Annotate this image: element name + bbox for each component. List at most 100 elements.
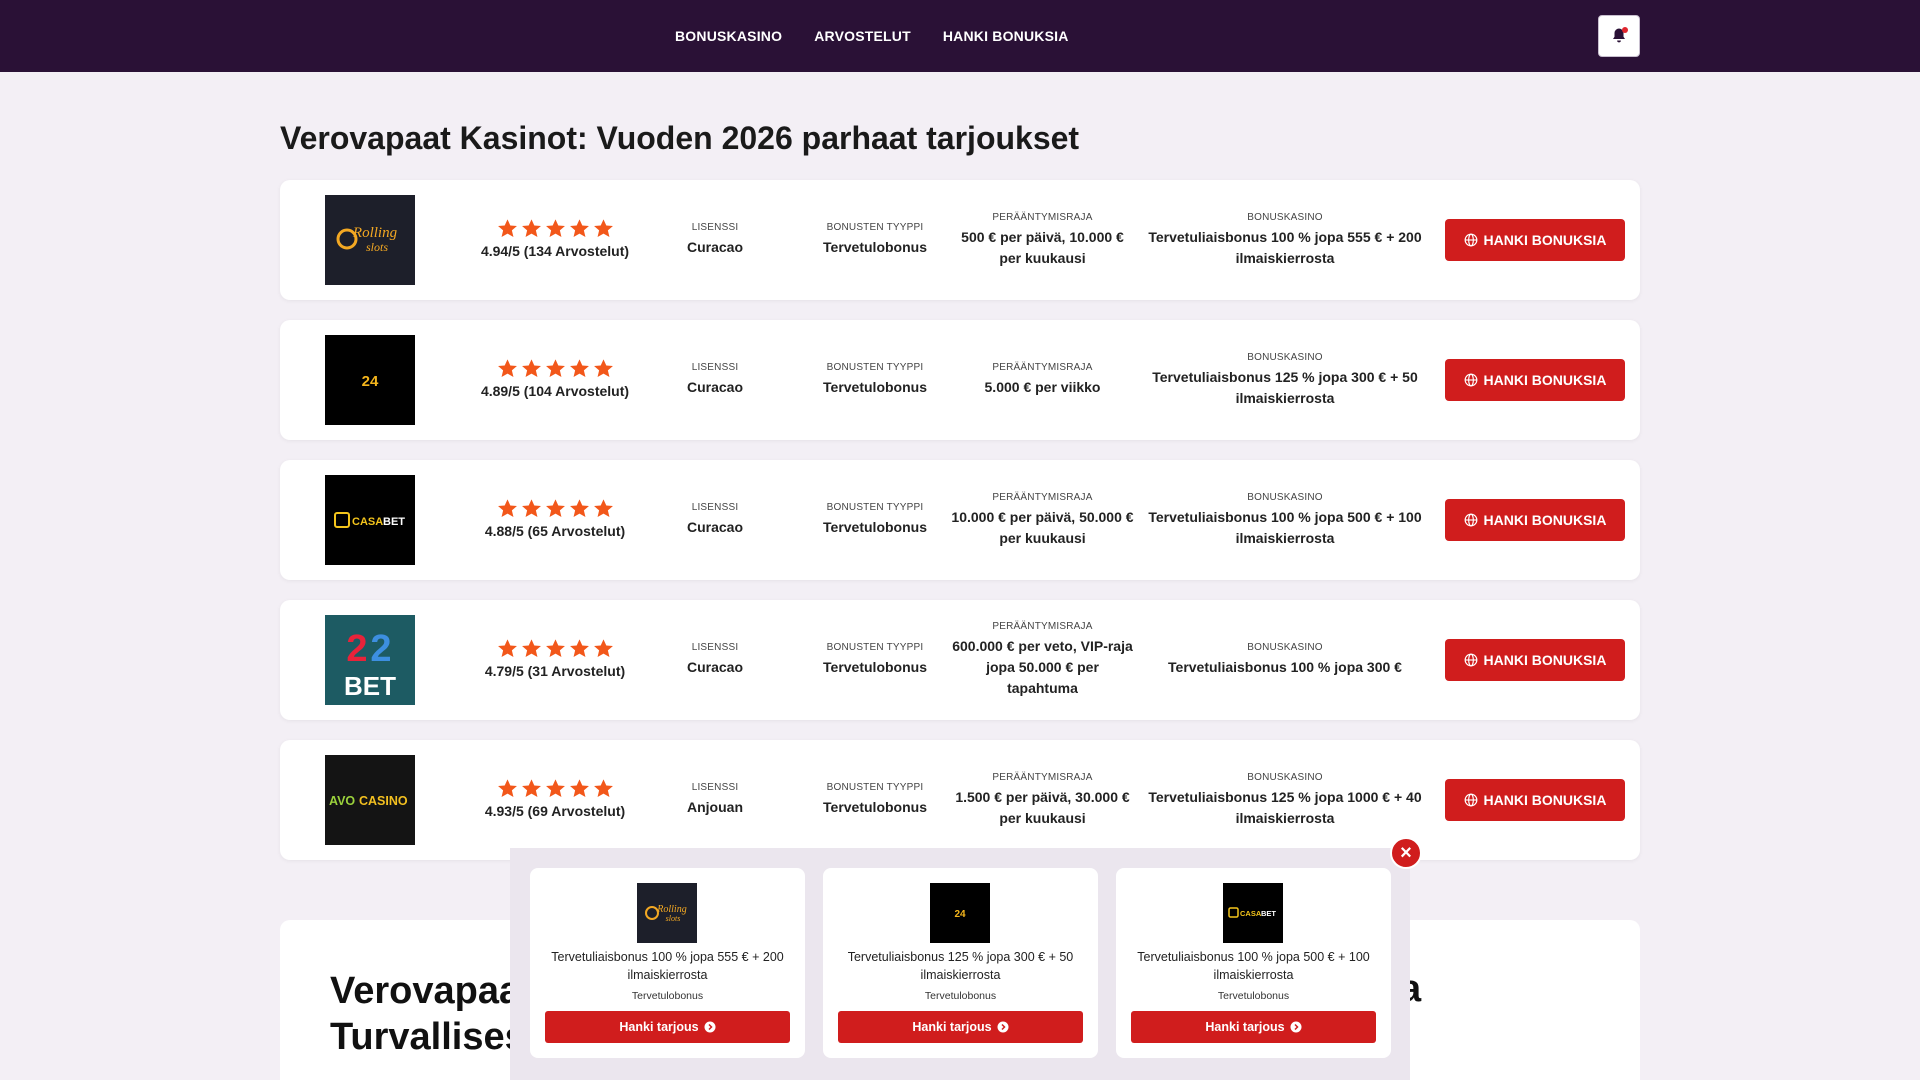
nav-bonuskasino[interactable]: BONUSKASINO bbox=[675, 28, 782, 44]
rolling-slots-logo[interactable]: Rolling slots bbox=[325, 195, 415, 285]
license-label: LISENSSI bbox=[691, 642, 739, 653]
star-icon bbox=[569, 219, 589, 237]
22bet-logo[interactable]: 2 2 BET bbox=[325, 615, 415, 705]
withdrawal-limit-label: PERÄÄNTYMISRAJA bbox=[992, 771, 1093, 783]
article-heading: Verovapaat Turvallises bbox=[330, 968, 533, 1060]
bonus-value: Tervetuliaisbonus 100 % jopa 500 € + 100… bbox=[1148, 508, 1422, 546]
rating-stars bbox=[497, 778, 614, 799]
star-icon bbox=[545, 639, 565, 657]
withdrawal-limit-value: 500 € per päivä, 10.000 € per kuukausi bbox=[961, 228, 1124, 266]
license-column: LISENSSI Anjouan bbox=[645, 740, 785, 860]
rating-column: 4.89/5 (104 Arvostelut) bbox=[460, 320, 650, 440]
get-offer-label: Hanki tarjous bbox=[1205, 1020, 1285, 1034]
bonus-type-value: Tervetulobonus bbox=[823, 379, 927, 395]
withdrawal-limit-column: PERÄÄNTYMISRAJA 5.000 € per viikko bbox=[950, 320, 1135, 440]
star-icon bbox=[497, 639, 517, 657]
nav-hanki-bonuksia[interactable]: HANKI BONUKSIA bbox=[943, 28, 1069, 44]
bonus-column: BONUSKASINO Tervetuliaisbonus 125 % jopa… bbox=[1140, 320, 1430, 440]
license-value: Curacao bbox=[686, 519, 744, 535]
rating-column: 4.88/5 (65 Arvostelut) bbox=[460, 460, 650, 580]
casabet-logo[interactable]: CASA BET bbox=[1223, 883, 1283, 943]
bonus-column: BONUSKASINO Tervetuliaisbonus 125 % jopa… bbox=[1140, 740, 1430, 860]
avocasino-logo[interactable]: AVO CASINO bbox=[325, 755, 415, 845]
bonus-type-column: BONUSTEN TYYPPI Tervetulobonus bbox=[790, 740, 960, 860]
24slots-logo[interactable]: 24 bbox=[325, 335, 415, 425]
bonus-type-value: Tervetulobonus bbox=[823, 799, 927, 815]
star-icon bbox=[521, 359, 541, 377]
offer-card: 24 Tervetuliaisbonus 125 % jopa 300 € + … bbox=[823, 868, 1098, 1058]
bonus-type-label: BONUSTEN TYYPPI bbox=[826, 642, 924, 653]
get-bonus-label: HANKI BONUKSIA bbox=[1483, 512, 1607, 528]
rolling-slots-logo-art: Rolling slots bbox=[336, 225, 398, 254]
offer-bonus-text: Tervetuliaisbonus 125 % jopa 300 € + 50 … bbox=[847, 950, 1074, 982]
notifications-button[interactable] bbox=[1598, 15, 1640, 57]
chevron-right-circle-icon bbox=[704, 1021, 716, 1033]
withdrawal-limit-column: PERÄÄNTYMISRAJA 10.000 € per päivä, 50.0… bbox=[950, 460, 1135, 580]
24slots-logo[interactable]: 24 bbox=[930, 883, 990, 943]
bonus-label: BONUSKASINO bbox=[1247, 771, 1323, 783]
close-popup-button[interactable]: × bbox=[1390, 837, 1422, 869]
star-icon bbox=[569, 499, 589, 517]
star-icon bbox=[569, 779, 589, 797]
article-heading-line1: Verovapaat bbox=[330, 970, 533, 1012]
get-offer-button[interactable]: Hanki tarjous bbox=[545, 1011, 790, 1043]
globe-icon bbox=[1464, 373, 1477, 387]
page-title: Verovapaat Kasinot: Vuoden 2026 parhaat … bbox=[280, 120, 1080, 156]
license-value: Curacao bbox=[686, 239, 744, 255]
get-bonus-button[interactable]: HANKI BONUKSIA bbox=[1445, 219, 1625, 261]
bonus-type-label: BONUSTEN TYYPPI bbox=[826, 362, 924, 373]
bonus-label: BONUSKASINO bbox=[1247, 211, 1323, 223]
bonus-column: BONUSKASINO Tervetuliaisbonus 100 % jopa… bbox=[1140, 600, 1430, 720]
top-navbar: BONUSKASINO ARVOSTELUT HANKI BONUKSIA bbox=[0, 0, 1920, 72]
rating-column: 4.93/5 (69 Arvostelut) bbox=[460, 740, 650, 860]
bonus-value: Tervetuliaisbonus 100 % jopa 555 € + 200… bbox=[1148, 228, 1422, 266]
license-value: Anjouan bbox=[687, 799, 743, 815]
casino-card: AVO CASINO 4.93/5 (69 Arvostelut) LISENS… bbox=[280, 740, 1640, 860]
get-bonus-button[interactable]: HANKI BONUKSIA bbox=[1445, 499, 1625, 541]
get-offer-label: Hanki tarjous bbox=[619, 1020, 699, 1034]
svg-text:2: 2 bbox=[346, 628, 367, 670]
star-icon bbox=[545, 219, 565, 237]
chevron-right-circle-icon bbox=[1290, 1021, 1302, 1033]
license-label: LISENSSI bbox=[691, 222, 739, 233]
license-value: Curacao bbox=[686, 379, 744, 395]
casabet-logo[interactable]: CASA BET bbox=[325, 475, 415, 565]
get-offer-button[interactable]: Hanki tarjous bbox=[1131, 1011, 1376, 1043]
chevron-right-circle-icon bbox=[997, 1021, 1009, 1033]
bonus-type-label: BONUSTEN TYYPPI bbox=[826, 782, 924, 793]
svg-text:slots: slots bbox=[366, 240, 388, 254]
get-offer-label: Hanki tarjous bbox=[912, 1020, 992, 1034]
svg-text:2: 2 bbox=[370, 628, 391, 670]
star-icon bbox=[545, 779, 565, 797]
star-icon bbox=[593, 359, 613, 377]
nav-arvostelut[interactable]: ARVOSTELUT bbox=[814, 28, 911, 44]
withdrawal-limit-value: 10.000 € per päivä, 50.000 € per kuukaus… bbox=[951, 508, 1134, 546]
bonus-column: BONUSKASINO Tervetuliaisbonus 100 % jopa… bbox=[1140, 180, 1430, 300]
get-bonus-button[interactable]: HANKI BONUKSIA bbox=[1445, 359, 1625, 401]
get-bonus-button[interactable]: HANKI BONUKSIA bbox=[1445, 779, 1625, 821]
bonus-value: Tervetuliaisbonus 125 % jopa 300 € + 50 … bbox=[1152, 368, 1418, 406]
rolling-slots-logo[interactable]: Rolling slots bbox=[637, 883, 697, 943]
star-icon bbox=[521, 639, 541, 657]
license-label: LISENSSI bbox=[691, 502, 739, 513]
get-offer-button[interactable]: Hanki tarjous bbox=[838, 1011, 1083, 1043]
bonus-type-column: BONUSTEN TYYPPI Tervetulobonus bbox=[790, 460, 960, 580]
offer-type-text: Tervetulobonus bbox=[1217, 990, 1290, 1002]
get-bonus-button[interactable]: HANKI BONUKSIA bbox=[1445, 639, 1625, 681]
star-icon bbox=[497, 499, 517, 517]
casabet-logo-art: CASA BET bbox=[1228, 907, 1276, 918]
withdrawal-limit-column: PERÄÄNTYMISRAJA 500 € per päivä, 10.000 … bbox=[950, 180, 1135, 300]
rating-stars bbox=[497, 638, 614, 659]
article-heading-line2: Turvallises bbox=[330, 1016, 526, 1058]
license-label: LISENSSI bbox=[691, 362, 739, 373]
bonus-type-value: Tervetulobonus bbox=[823, 239, 927, 255]
bonus-type-label: BONUSTEN TYYPPI bbox=[826, 222, 924, 233]
star-icon bbox=[593, 639, 613, 657]
svg-text:24: 24 bbox=[362, 373, 379, 390]
rating-column: 4.94/5 (134 Arvostelut) bbox=[460, 180, 650, 300]
rating-text: 4.93/5 (69 Arvostelut) bbox=[484, 803, 626, 819]
casino-card: CASA BET 4.88/5 (65 Arvostelut) LISENSSI… bbox=[280, 460, 1640, 580]
star-icon bbox=[569, 639, 589, 657]
main-nav: BONUSKASINO ARVOSTELUT HANKI BONUKSIA bbox=[675, 0, 1069, 72]
bonus-column: BONUSKASINO Tervetuliaisbonus 100 % jopa… bbox=[1140, 460, 1430, 580]
